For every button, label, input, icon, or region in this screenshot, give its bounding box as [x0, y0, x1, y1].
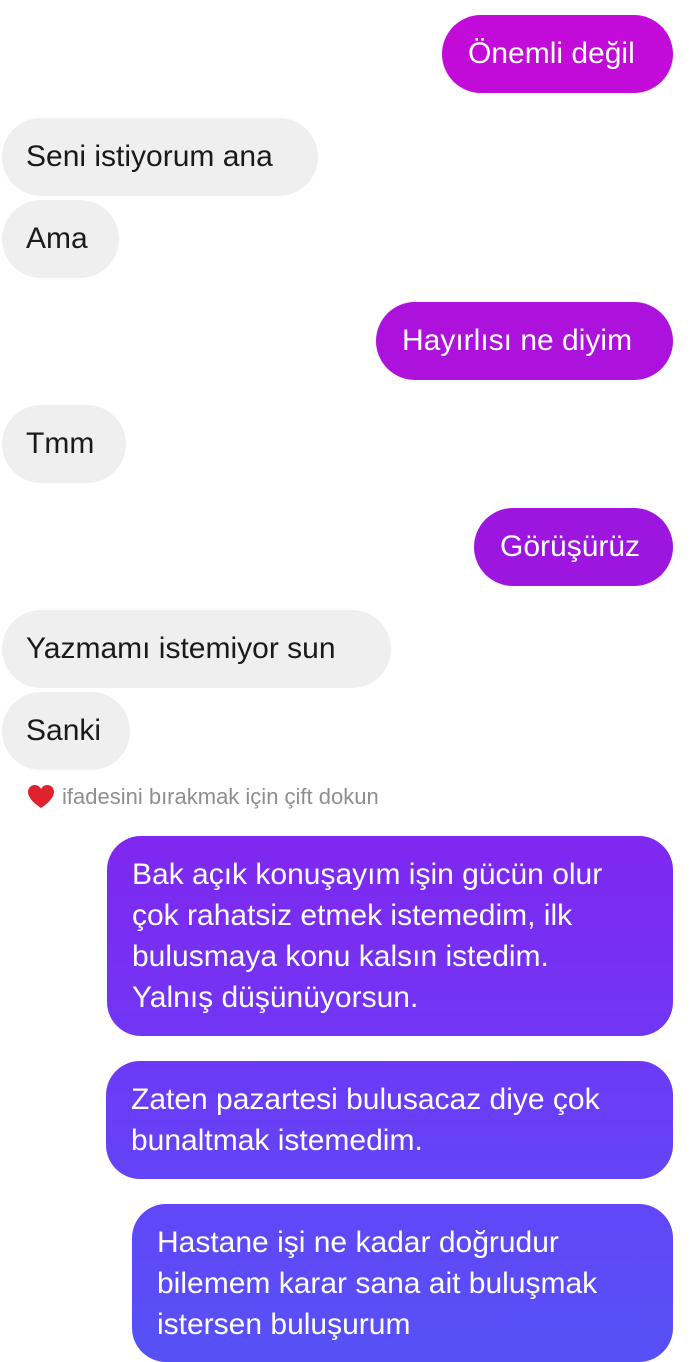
- heart-icon: [28, 785, 54, 808]
- incoming-message-bubble[interactable]: Seni istiyorum ana: [2, 118, 318, 196]
- outgoing-message-bubble[interactable]: Bak açık konuşayım işin gücün olur çok r…: [107, 836, 673, 1036]
- incoming-message-bubble[interactable]: Sanki: [2, 692, 130, 770]
- incoming-message-bubble[interactable]: Ama: [2, 200, 119, 278]
- outgoing-message-bubble[interactable]: Önemli değil: [442, 15, 673, 93]
- incoming-message-bubble[interactable]: Yazmamı istemiyor sun: [2, 610, 391, 688]
- outgoing-message-bubble[interactable]: Hastane işi ne kadar doğrudur bilemem ka…: [132, 1204, 673, 1362]
- outgoing-message-bubble[interactable]: Görüşürüz: [474, 508, 673, 586]
- outgoing-message-bubble[interactable]: Hayırlısı ne diyim: [376, 302, 673, 380]
- reaction-hint-text: ifadesini bırakmak için çift dokun: [62, 784, 379, 809]
- incoming-message-bubble[interactable]: Tmm: [2, 405, 126, 483]
- outgoing-message-bubble[interactable]: Zaten pazartesi bulusacaz diye çok bunal…: [106, 1061, 673, 1179]
- reaction-hint: ifadesini bırakmak için çift dokun: [27, 782, 379, 812]
